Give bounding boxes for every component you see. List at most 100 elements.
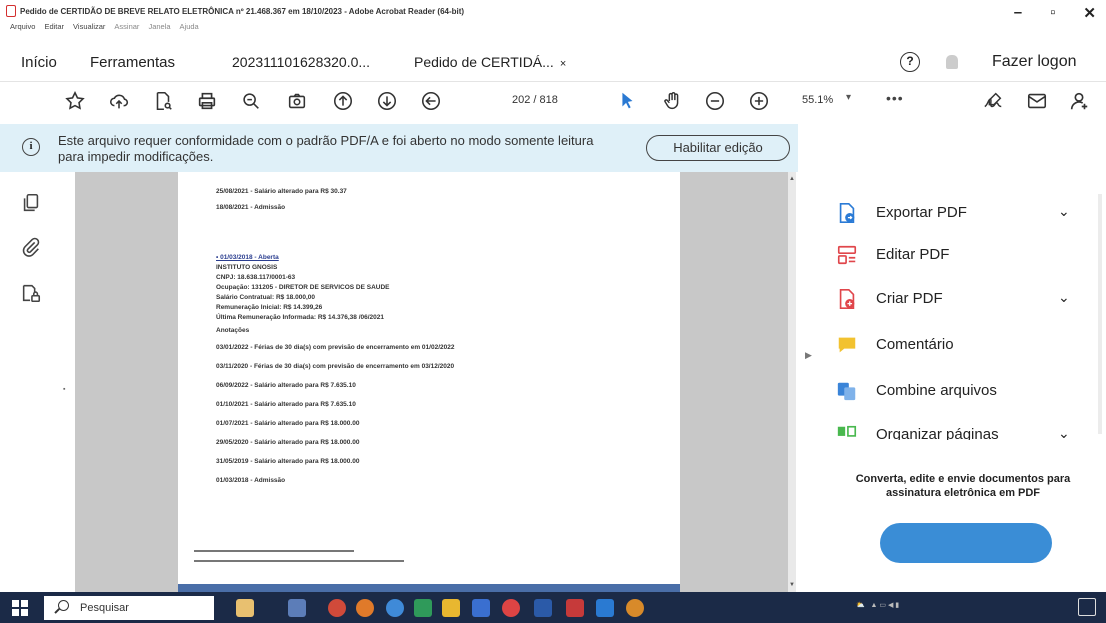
accessibility-lock-icon[interactable] — [20, 282, 42, 304]
windows-taskbar: Pesquisar ⛅ ▲ ▭ ◀ ▮ — [0, 592, 1106, 623]
sign-icon[interactable] — [980, 88, 1006, 114]
notification-center-icon[interactable] — [1078, 598, 1096, 616]
page-current[interactable]: 202 — [512, 94, 530, 106]
mail-icon[interactable] — [1024, 88, 1050, 114]
taskbar-outlook-icon[interactable] — [596, 599, 614, 617]
profile-icon[interactable] — [1066, 88, 1092, 114]
taskbar-acrobat-icon[interactable] — [566, 599, 584, 617]
taskbar-explorer-icon[interactable] — [442, 599, 460, 617]
acrobat-app-icon — [6, 5, 16, 17]
tool-edit-pdf[interactable]: Editar PDF — [836, 242, 1086, 270]
windows-start-icon[interactable] — [12, 600, 28, 616]
camera-icon[interactable] — [284, 88, 310, 114]
document-line: Anotações — [216, 327, 250, 334]
document-scrollbar[interactable]: ▲ ▼ — [788, 172, 796, 592]
taskbar-store-icon[interactable] — [472, 599, 490, 617]
zoom-level[interactable]: 55.1% — [802, 94, 833, 106]
maximize-button[interactable]: ▫ — [1050, 4, 1055, 22]
info-icon: i — [22, 138, 40, 156]
gutter-mark: ▪ — [63, 386, 66, 393]
chevron-down-icon[interactable]: ⌄ — [1058, 289, 1070, 306]
document-line: 06/09/2022 - Salário alterado para R$ 7.… — [216, 382, 356, 389]
tab-tools[interactable]: Ferramentas — [90, 54, 175, 71]
collapse-panel-icon[interactable]: ▶ — [805, 350, 812, 361]
tool-export-pdf[interactable]: Exportar PDF ⌄ — [836, 200, 1086, 228]
document-line: Remuneração Inicial: R$ 14.399,26 — [216, 304, 323, 311]
arrow-left-circle-icon[interactable] — [418, 88, 444, 114]
tab-home[interactable]: Início — [21, 54, 57, 71]
menu-bar: Arquivo Editar Visualizar Assinar Janela… — [10, 22, 199, 31]
minus-circle-icon[interactable] — [702, 88, 728, 114]
create-pdf-icon — [839, 289, 855, 309]
tool-combine-files[interactable]: Combine arquivos — [836, 378, 1086, 406]
document-line: 01/07/2021 - Salário alterado para R$ 18… — [216, 420, 360, 427]
taskbar-app-icon[interactable] — [328, 599, 346, 617]
document-line: 29/05/2020 - Salário alterado para R$ 18… — [216, 439, 360, 446]
menu-assinar[interactable]: Assinar — [114, 22, 139, 31]
menu-arquivo[interactable]: Arquivo — [10, 22, 35, 31]
promo-button[interactable] — [880, 523, 1052, 563]
taskbar-chrome-icon[interactable] — [502, 599, 520, 617]
arrow-down-circle-icon[interactable] — [374, 88, 400, 114]
zoom-search-icon[interactable] — [238, 88, 264, 114]
page-indicator[interactable]: 202 / 818 — [512, 94, 558, 106]
tab-bar: Início Ferramentas 202311101628320.0... … — [0, 44, 1106, 82]
scroll-up-icon[interactable]: ▲ — [789, 176, 795, 182]
tools-panel-scrollbar[interactable] — [1098, 194, 1102, 434]
chevron-down-icon[interactable]: ⌄ — [1058, 425, 1070, 440]
scroll-down-icon[interactable]: ▼ — [789, 582, 795, 588]
close-button[interactable]: ✕ — [1083, 4, 1096, 22]
taskbar-app-icon[interactable] — [414, 599, 432, 617]
pdf-page: 25/08/2021 - Salário alterado para R$ 30… — [178, 172, 680, 592]
title-bar: Pedido de CERTIDÃO DE BREVE RELATO ELETR… — [0, 0, 1106, 24]
taskbar-widgets-icon[interactable] — [236, 599, 254, 617]
menu-ajuda[interactable]: Ajuda — [180, 22, 199, 31]
taskbar-search[interactable]: Pesquisar — [44, 596, 214, 620]
tab-document-1[interactable]: 202311101628320.0... — [232, 54, 370, 70]
notification-bell-icon[interactable] — [946, 55, 958, 69]
taskbar-search-label: Pesquisar — [80, 602, 129, 614]
tool-organize-pages[interactable]: Organizar páginas ⌄ — [836, 422, 1086, 440]
taskbar-app-icon[interactable] — [534, 599, 552, 617]
window-controls: – ▫ ✕ — [1014, 4, 1096, 22]
document-line: 01/10/2021 - Salário alterado para R$ 7.… — [216, 401, 356, 408]
star-icon[interactable] — [62, 88, 88, 114]
print-icon[interactable] — [194, 88, 220, 114]
page-thumbnails-icon[interactable] — [20, 192, 42, 214]
tool-comment[interactable]: Comentário — [836, 332, 1086, 360]
hand-icon[interactable] — [660, 88, 686, 114]
menu-janela[interactable]: Janela — [148, 22, 170, 31]
menu-editar[interactable]: Editar — [44, 22, 64, 31]
taskbar-firefox-icon[interactable] — [356, 599, 374, 617]
attachment-icon[interactable] — [20, 236, 42, 258]
login-link[interactable]: Fazer logon — [992, 53, 1077, 71]
taskbar-app-icon[interactable] — [626, 599, 644, 617]
tools-panel: Exportar PDF ⌄ Editar PDF Criar PDF ⌄ Co… — [812, 124, 1106, 592]
cursor-icon[interactable] — [614, 88, 640, 114]
chevron-down-icon[interactable]: ⌄ — [1058, 203, 1070, 220]
arrow-up-circle-icon[interactable] — [330, 88, 356, 114]
help-icon[interactable]: ? — [900, 52, 920, 72]
minimize-button[interactable]: – — [1014, 4, 1022, 22]
file-search-icon[interactable] — [150, 88, 176, 114]
tab-document-2[interactable]: Pedido de CERTIDÁ... × — [414, 54, 566, 70]
document-line[interactable]: • 01/03/2018 - Aberta — [216, 254, 279, 261]
menu-visualizar[interactable]: Visualizar — [73, 22, 105, 31]
document-line: 03/01/2022 - Férias de 30 dia(s) com pre… — [216, 344, 455, 351]
search-icon — [58, 600, 69, 611]
system-tray[interactable]: ⛅ ▲ ▭ ◀ ▮ — [856, 601, 899, 609]
upload-icon[interactable] — [106, 88, 132, 114]
more-tools-button[interactable]: ••• — [886, 90, 904, 106]
enable-editing-button[interactable]: Habilitar edição — [646, 135, 790, 161]
taskbar-task-view-icon[interactable] — [288, 599, 306, 617]
plus-circle-icon[interactable] — [746, 88, 772, 114]
comment-icon — [838, 337, 856, 353]
zoom-dropdown-icon[interactable]: ▾ — [846, 92, 851, 103]
footer-line — [194, 560, 404, 562]
taskbar-edge-icon[interactable] — [386, 599, 404, 617]
tool-label: Combine arquivos — [876, 382, 997, 399]
tool-create-pdf[interactable]: Criar PDF ⌄ — [836, 286, 1086, 314]
document-line: 18/08/2021 - Admissão — [216, 204, 286, 211]
tab-close-button[interactable]: × — [560, 58, 566, 70]
tab-document-2-label: Pedido de CERTIDÁ... — [414, 54, 554, 70]
